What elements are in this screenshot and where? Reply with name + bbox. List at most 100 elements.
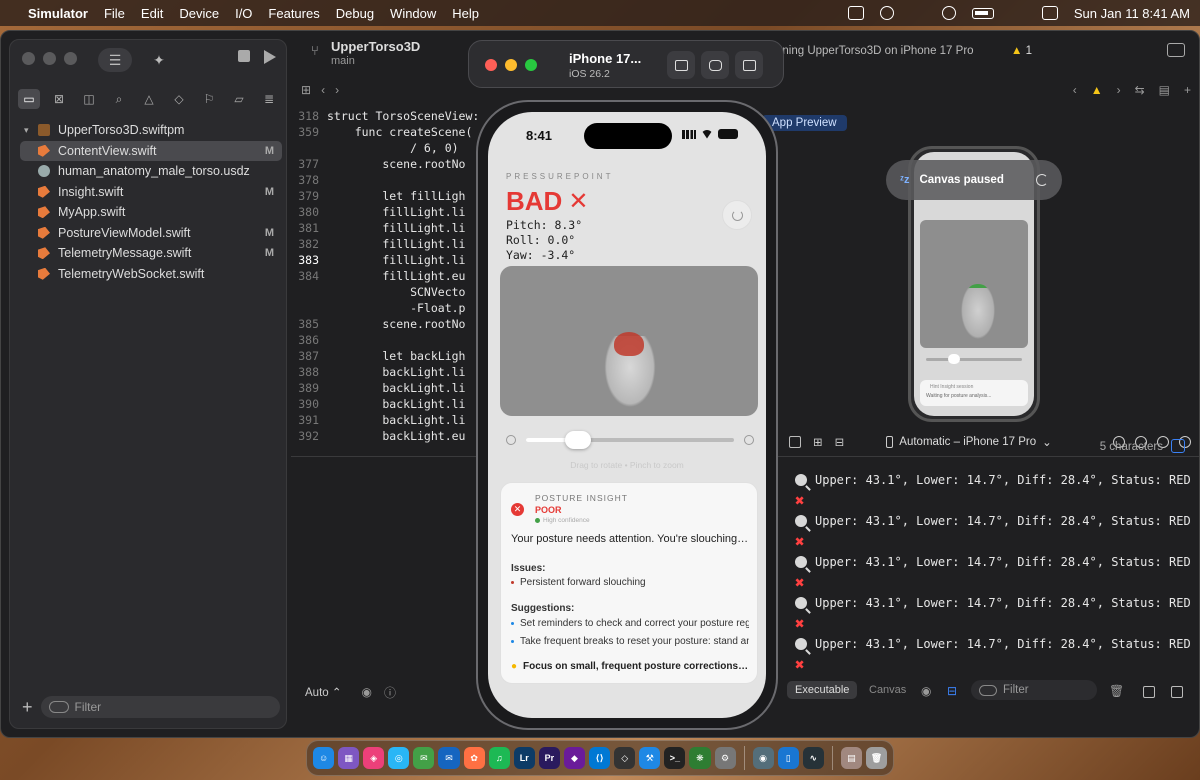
code-line[interactable]: 359 func createScene( [291, 125, 491, 141]
zoom-in-icon[interactable] [744, 435, 754, 445]
zoom-simulator-button[interactable] [525, 59, 537, 71]
back-icon[interactable]: ‹ [321, 83, 325, 97]
console-line[interactable]: Upper: 43.1°, Lower: 14.7°, Diff: 28.4°,… [795, 511, 1199, 532]
spotify-icon[interactable]: ♫ [488, 747, 510, 769]
vscode-icon[interactable]: ⟨⟩ [589, 747, 611, 769]
console-toggle-icon[interactable] [1171, 439, 1185, 453]
info-icon[interactable]: ⓘ [384, 684, 396, 701]
torso-3d-view[interactable] [500, 266, 758, 416]
tree-row-file[interactable]: MyApp.swift [20, 202, 282, 223]
finder-icon[interactable]: ☺ [313, 747, 335, 769]
console-line[interactable]: Upper: 43.1°, Lower: 14.7°, Diff: 28.4°,… [795, 593, 1199, 614]
device-selector[interactable]: Automatic – iPhone 17 Pro ⌄ [886, 435, 1052, 449]
zoom-slider-thumb[interactable] [565, 431, 591, 449]
messages-icon[interactable]: ✉ [413, 747, 435, 769]
code-line[interactable]: 379 let fillLigh [291, 189, 491, 205]
code-editor[interactable]: 318 struct TorsoSceneView: 359 func create… [291, 109, 491, 454]
menu-device[interactable]: Device [179, 6, 219, 21]
tree-row-file[interactable]: ContentView.swift M [20, 140, 282, 161]
tree-row-file[interactable]: Insight.swift M [20, 182, 282, 203]
executable-button[interactable]: Executable [787, 681, 858, 699]
source-control-icon[interactable]: ⊠ [48, 89, 70, 109]
tree-row-file[interactable]: PostureViewModel.swift M [20, 223, 282, 244]
app-preview-tab[interactable]: App Preview [762, 115, 847, 131]
forward-icon[interactable]: › [335, 83, 339, 97]
warning-count[interactable]: ▲ 1 [1011, 45, 1032, 57]
navigator-filter-input[interactable]: Filter [40, 696, 280, 718]
project-title[interactable]: UpperTorso3D [331, 39, 420, 54]
run-icon[interactable] [264, 50, 276, 64]
code-line[interactable]: 384 fillLight.eu [291, 269, 491, 285]
auto-selector[interactable]: Auto ⌃ [305, 685, 342, 699]
code-line[interactable]: 385 scene.rootNo [291, 317, 491, 333]
zoom-window-button[interactable] [64, 52, 77, 65]
terminal-icon[interactable]: >_ [664, 747, 686, 769]
activity-monitor-icon[interactable]: ∿ [802, 747, 824, 769]
code-line[interactable]: 392 backLight.eu [291, 429, 491, 445]
simulator-icon[interactable]: ▯ [777, 747, 799, 769]
canvas-paused-banner[interactable]: ᶻz Canvas paused [886, 160, 1062, 200]
cube-status-icon[interactable] [847, 6, 864, 20]
code-line[interactable]: -Float.p [291, 301, 491, 317]
close-window-button[interactable] [22, 52, 35, 65]
code-line[interactable]: / 6, 0) [291, 141, 491, 157]
disk-utility-icon[interactable]: ◉ [752, 747, 774, 769]
code-line[interactable]: 391 backLight.li [291, 413, 491, 429]
issue-icon[interactable]: △ [138, 89, 160, 109]
obsidian-icon[interactable]: ◆ [563, 747, 586, 769]
split-right-icon[interactable] [1171, 686, 1183, 698]
zoom-out-icon[interactable] [506, 435, 516, 445]
console-line[interactable]: Upper: 43.1°, Lower: 14.7°, Diff: 28.4°,… [795, 552, 1199, 573]
sparkle-icon[interactable]: ✦ [142, 48, 176, 72]
accessibility-status-icon[interactable] [879, 6, 894, 20]
add-editor-icon[interactable]: + [1184, 83, 1191, 97]
minimize-window-button[interactable] [43, 52, 56, 65]
prev-issue-icon[interactable]: ‹ [1073, 83, 1077, 97]
tree-row-file[interactable]: human_anatomy_male_torso.usdz [20, 161, 282, 182]
console-line[interactable]: Upper: 43.1°, Lower: 14.7°, Diff: 28.4°,… [795, 470, 1199, 491]
code-line[interactable]: 386 [291, 333, 491, 349]
code-line[interactable]: 381 fillLight.li [291, 221, 491, 237]
split-left-icon[interactable] [1143, 686, 1155, 698]
tree-row-file[interactable]: TelemetryMessage.swift M [20, 243, 282, 264]
trash-icon[interactable]: 🗑 [865, 747, 887, 769]
toggle-icon[interactable]: ⊟ [947, 684, 957, 698]
related-items-icon[interactable]: ⇆ [1135, 83, 1145, 97]
system-settings-icon[interactable]: ⚙ [714, 747, 736, 769]
menu-app[interactable]: Simulator [28, 6, 88, 21]
code-line[interactable]: 382 fillLight.li [291, 237, 491, 253]
unity-icon[interactable]: ◇ [614, 747, 636, 769]
bookmark-icon[interactable]: ◫ [78, 89, 100, 109]
tree-row-file[interactable]: TelemetryWebSocket.swift [20, 264, 282, 285]
menu-file[interactable]: File [104, 6, 125, 21]
xcode-icon[interactable]: ⚒ [639, 747, 661, 769]
disclosure-icon[interactable]: ▾ [24, 125, 34, 136]
rotate-button[interactable] [735, 51, 763, 79]
code-line[interactable]: 389 backLight.li [291, 381, 491, 397]
code-line[interactable]: 318 struct TorsoSceneView: [291, 109, 491, 125]
console-output[interactable]: Upper: 43.1°, Lower: 14.7°, Diff: 28.4°,… [779, 466, 1199, 676]
reset-view-button[interactable] [722, 200, 752, 230]
menu-io[interactable]: I/O [235, 6, 252, 21]
refresh-icon[interactable] [1036, 174, 1048, 186]
tree-row-package[interactable]: ▾ UpperTorso3D.swiftpm [20, 120, 282, 141]
settings-icon[interactable]: ⊟ [835, 435, 845, 449]
navigator-toggle-icon[interactable]: ☰ [98, 48, 132, 72]
menu-help[interactable]: Help [452, 6, 479, 21]
trash-icon[interactable]: 🗑 [1109, 684, 1124, 698]
code-line[interactable]: 378 [291, 173, 491, 189]
code-line[interactable]: 390 backLight.li [291, 397, 491, 413]
console-filter-input[interactable]: Filter [971, 680, 1097, 700]
find-icon[interactable]: ⌕ [108, 89, 130, 109]
add-icon[interactable]: + [22, 697, 33, 718]
grid-icon[interactable]: ⊞ [301, 83, 311, 97]
branch-name[interactable]: main [331, 55, 355, 67]
select-mode-icon[interactable] [789, 436, 801, 448]
premiere-icon[interactable]: Pr [538, 747, 560, 769]
code-line[interactable]: 377 scene.rootNo [291, 157, 491, 173]
next-issue-icon[interactable]: › [1117, 83, 1121, 97]
test-icon[interactable]: ◇ [168, 89, 190, 109]
code-line[interactable]: 380 fillLight.li [291, 205, 491, 221]
code-line[interactable]: SCNVecto [291, 285, 491, 301]
launchpad-icon[interactable]: ▦ [338, 747, 360, 769]
